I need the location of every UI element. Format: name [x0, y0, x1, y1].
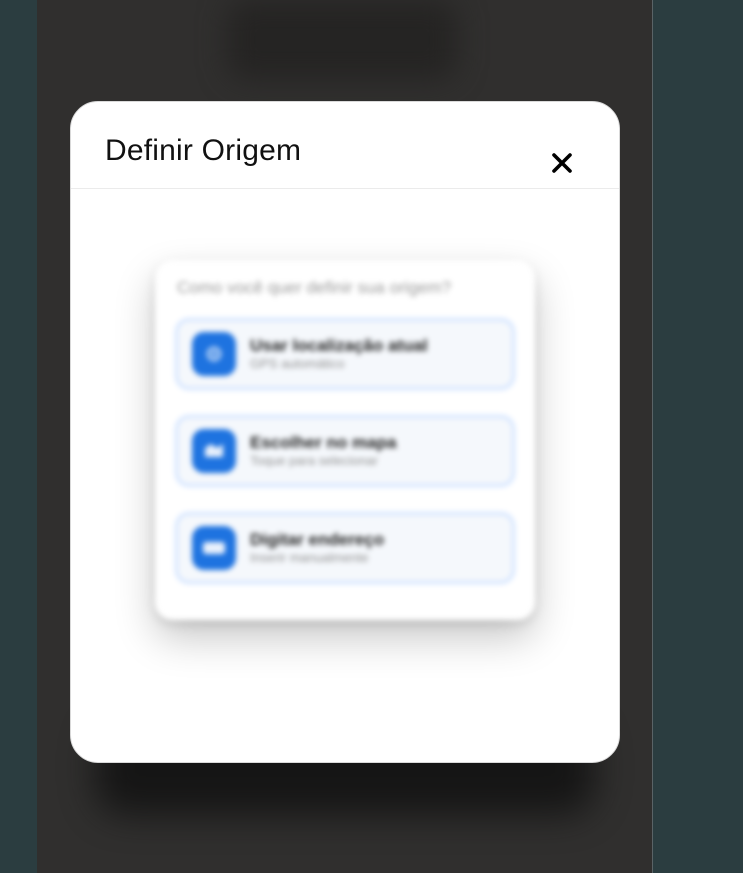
option-subtitle: Inserir manualmente [250, 550, 369, 565]
option-title: Digitar endereço [250, 530, 385, 549]
keyboard-icon [192, 526, 236, 570]
background-header-blur [227, 0, 457, 80]
close-button[interactable] [545, 146, 579, 180]
modal-title: Definir Origem [105, 134, 302, 167]
location-icon [192, 332, 236, 376]
option-subtitle: GPS automático [250, 356, 345, 371]
origin-options-preview: Como você quer definir sua origem? Usar … [155, 260, 535, 620]
option-title: Usar localização atual [250, 336, 428, 355]
option-title: Escolher no mapa [250, 433, 397, 452]
map-icon [192, 429, 236, 473]
option-choose-on-map[interactable]: Escolher no mapa Toque para selecionar [175, 415, 515, 487]
define-origin-modal: Definir Origem Como você quer definir su… [70, 101, 620, 763]
option-subtitle: Toque para selecionar [250, 453, 378, 468]
origin-options-card: Como você quer definir sua origem? Usar … [155, 260, 535, 620]
origin-question: Como você quer definir sua origem? [177, 278, 452, 297]
modal-header: Definir Origem [71, 102, 619, 189]
option-current-location[interactable]: Usar localização atual GPS automático [175, 318, 515, 390]
option-type-address[interactable]: Digitar endereço Inserir manualmente [175, 512, 515, 584]
close-icon [552, 153, 572, 173]
